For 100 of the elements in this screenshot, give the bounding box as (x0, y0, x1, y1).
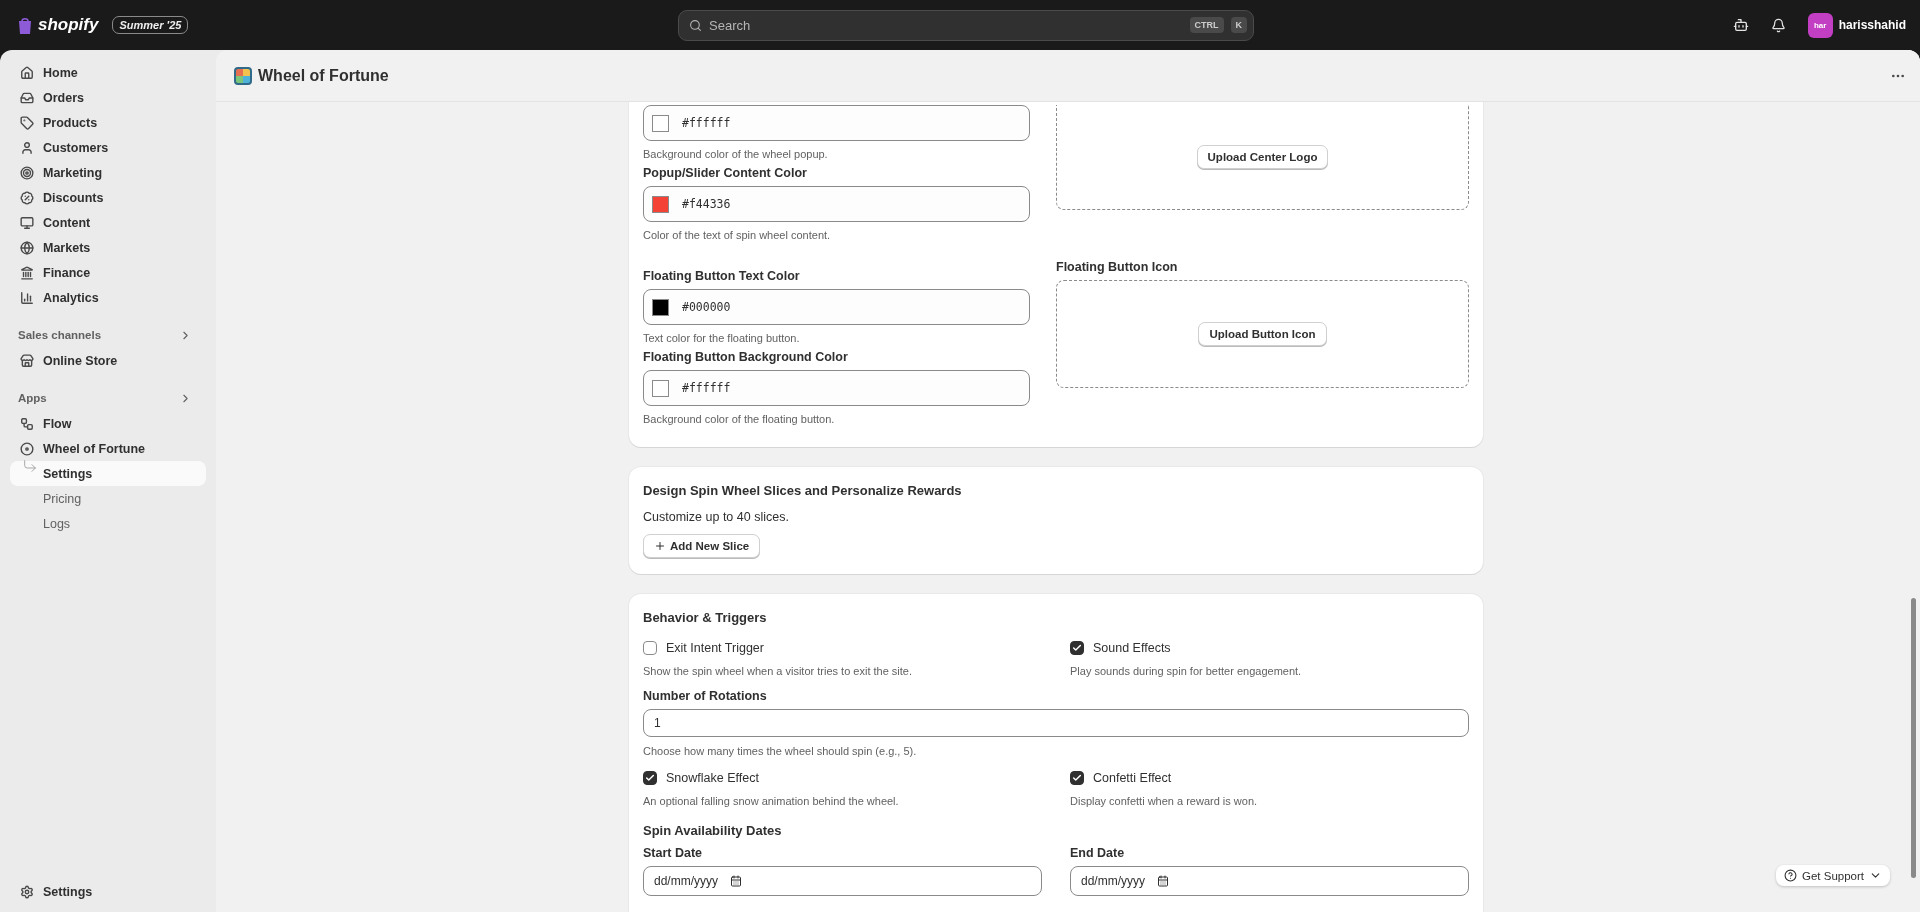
nav-subitem[interactable]: Logs (10, 511, 206, 536)
globe-icon (20, 240, 34, 255)
search-field[interactable]: Search CTRL K (678, 9, 1254, 41)
date-field[interactable]: dd/mm/yyyy (1070, 866, 1469, 896)
upload-button[interactable]: Upload Button Icon (1198, 322, 1327, 346)
color-swatch[interactable] (652, 114, 669, 132)
field-label: Popup/Slider Content Color (643, 166, 808, 180)
help-text: Color of the text of spin wheel content. (643, 229, 832, 241)
plus-icon (654, 540, 666, 552)
home-icon (20, 65, 34, 80)
support-button[interactable]: Get Support (1776, 865, 1890, 886)
help-text: Play sounds during spin for better engagement. (1070, 665, 1303, 677)
bank-icon (20, 265, 34, 280)
bell-icon[interactable] (1770, 17, 1786, 33)
connector-icon (22, 458, 38, 474)
number-field[interactable]: 1 (643, 709, 1469, 737)
disc-icon (20, 441, 34, 456)
section-title: Apps (18, 392, 47, 404)
nav-item[interactable]: Home (10, 60, 206, 85)
check-icon (1072, 773, 1082, 783)
help-text: Display confetti when a reward is won. (1070, 795, 1259, 807)
avatar[interactable]: har (1807, 12, 1833, 38)
help-text: An optional falling snow animation behind the wheel. (643, 795, 900, 807)
edition-badge: Summer '25 (112, 16, 189, 34)
color-swatch[interactable] (652, 379, 669, 397)
nav-item[interactable]: Analytics (10, 285, 206, 310)
color-field[interactable]: #ffffff (643, 105, 1030, 141)
scrollbar-thumb[interactable] (1911, 598, 1916, 878)
nav-item[interactable]: Content (10, 210, 206, 235)
color-field[interactable]: #ffffff (643, 370, 1030, 406)
person-icon (20, 140, 34, 155)
workflow-icon (20, 416, 34, 431)
checkbox[interactable] (1070, 771, 1084, 785)
checkbox-label: Confetti Effect (1093, 771, 1172, 785)
keyboard-key: CTRL (1189, 17, 1224, 33)
color-swatch[interactable] (652, 298, 669, 316)
bar-chart-icon (20, 290, 34, 305)
upload-button[interactable]: Upload Center Logo (1196, 145, 1329, 169)
page-title: Wheel of Fortune (258, 66, 389, 85)
field-label: Number of Rotations (643, 689, 768, 703)
percent-badge-icon (20, 190, 34, 205)
nav-item[interactable]: Products (10, 110, 206, 135)
add-slice-button[interactable]: Add New Slice (643, 534, 761, 558)
nav-item[interactable]: Finance (10, 260, 206, 285)
checkbox-label: Sound Effects (1093, 641, 1171, 655)
help-text: Background color of the floating button. (643, 413, 836, 425)
store-icon (20, 353, 34, 368)
robot-icon[interactable] (1732, 17, 1749, 33)
app-icon (234, 66, 252, 85)
nav-item[interactable]: Wheel of Fortune (10, 436, 206, 461)
shopping-bag-icon (18, 16, 32, 34)
nav-item[interactable]: Customers (10, 135, 206, 160)
checkbox-label: Snowflake Effect (666, 771, 759, 785)
date-field[interactable]: dd/mm/yyyy (643, 866, 1042, 896)
field-label: Floating Button Text Color (643, 269, 801, 283)
field-label: Start Date (643, 846, 704, 860)
check-icon (645, 773, 655, 783)
nav-subitem[interactable]: Pricing (10, 486, 206, 511)
section-title: Sales channels (18, 329, 102, 341)
nav-item[interactable]: Discounts (10, 185, 206, 210)
checkbox[interactable] (643, 771, 657, 785)
section-title: Spin Availability Dates (643, 823, 783, 838)
color-field[interactable]: #000000 (643, 289, 1030, 325)
help-text: Text color for the floating button. (643, 332, 801, 344)
color-field[interactable]: #f44336 (643, 186, 1030, 222)
settings-icon (20, 884, 34, 899)
field-label: End Date (1070, 846, 1126, 860)
field-label: Floating Button Background Color (643, 350, 849, 364)
target-icon (20, 165, 34, 180)
card-title: Behavior & Triggers (643, 610, 768, 625)
card-title: Design Spin Wheel Slices and Personalize Rewards (643, 483, 963, 498)
card-text: Customize up to 40 slices. (643, 510, 790, 524)
color-swatch[interactable] (652, 195, 669, 213)
tag-icon (20, 115, 34, 130)
upload-area[interactable]: Upload Center Logo (1056, 105, 1469, 210)
nav-item[interactable]: Orders (10, 85, 206, 110)
brand-name: shopify (38, 15, 99, 35)
inbox-icon (20, 90, 34, 105)
calendar-icon (1157, 875, 1169, 887)
search-icon (689, 18, 702, 32)
help-icon (1784, 869, 1797, 882)
nav-item[interactable]: Flow (10, 411, 206, 436)
field-label: Floating Button Icon (1056, 260, 1179, 274)
upload-area[interactable]: Upload Button Icon (1056, 280, 1469, 388)
check-icon (1072, 643, 1082, 653)
nav-item[interactable]: Markets (10, 235, 206, 260)
nav-item[interactable]: Marketing (10, 160, 206, 185)
help-text: Background color of the wheel popup. (643, 148, 829, 160)
checkbox[interactable] (1070, 641, 1084, 655)
keyboard-key: K (1230, 17, 1247, 33)
user-name[interactable]: harisshahid (1838, 18, 1906, 32)
nav-subitem[interactable]: Settings (10, 461, 206, 486)
nav-item[interactable]: Settings (10, 879, 206, 904)
checkbox-label: Exit Intent Trigger (666, 641, 764, 655)
nav-item[interactable]: Online Store (10, 348, 206, 373)
help-text: Show the spin wheel when a visitor tries to exit the site. (643, 665, 914, 677)
calendar-icon (730, 875, 742, 887)
help-text: Choose how many times the wheel should spin (e.g., 5). (643, 745, 918, 757)
monitor-icon (20, 215, 34, 230)
checkbox[interactable] (643, 641, 657, 655)
